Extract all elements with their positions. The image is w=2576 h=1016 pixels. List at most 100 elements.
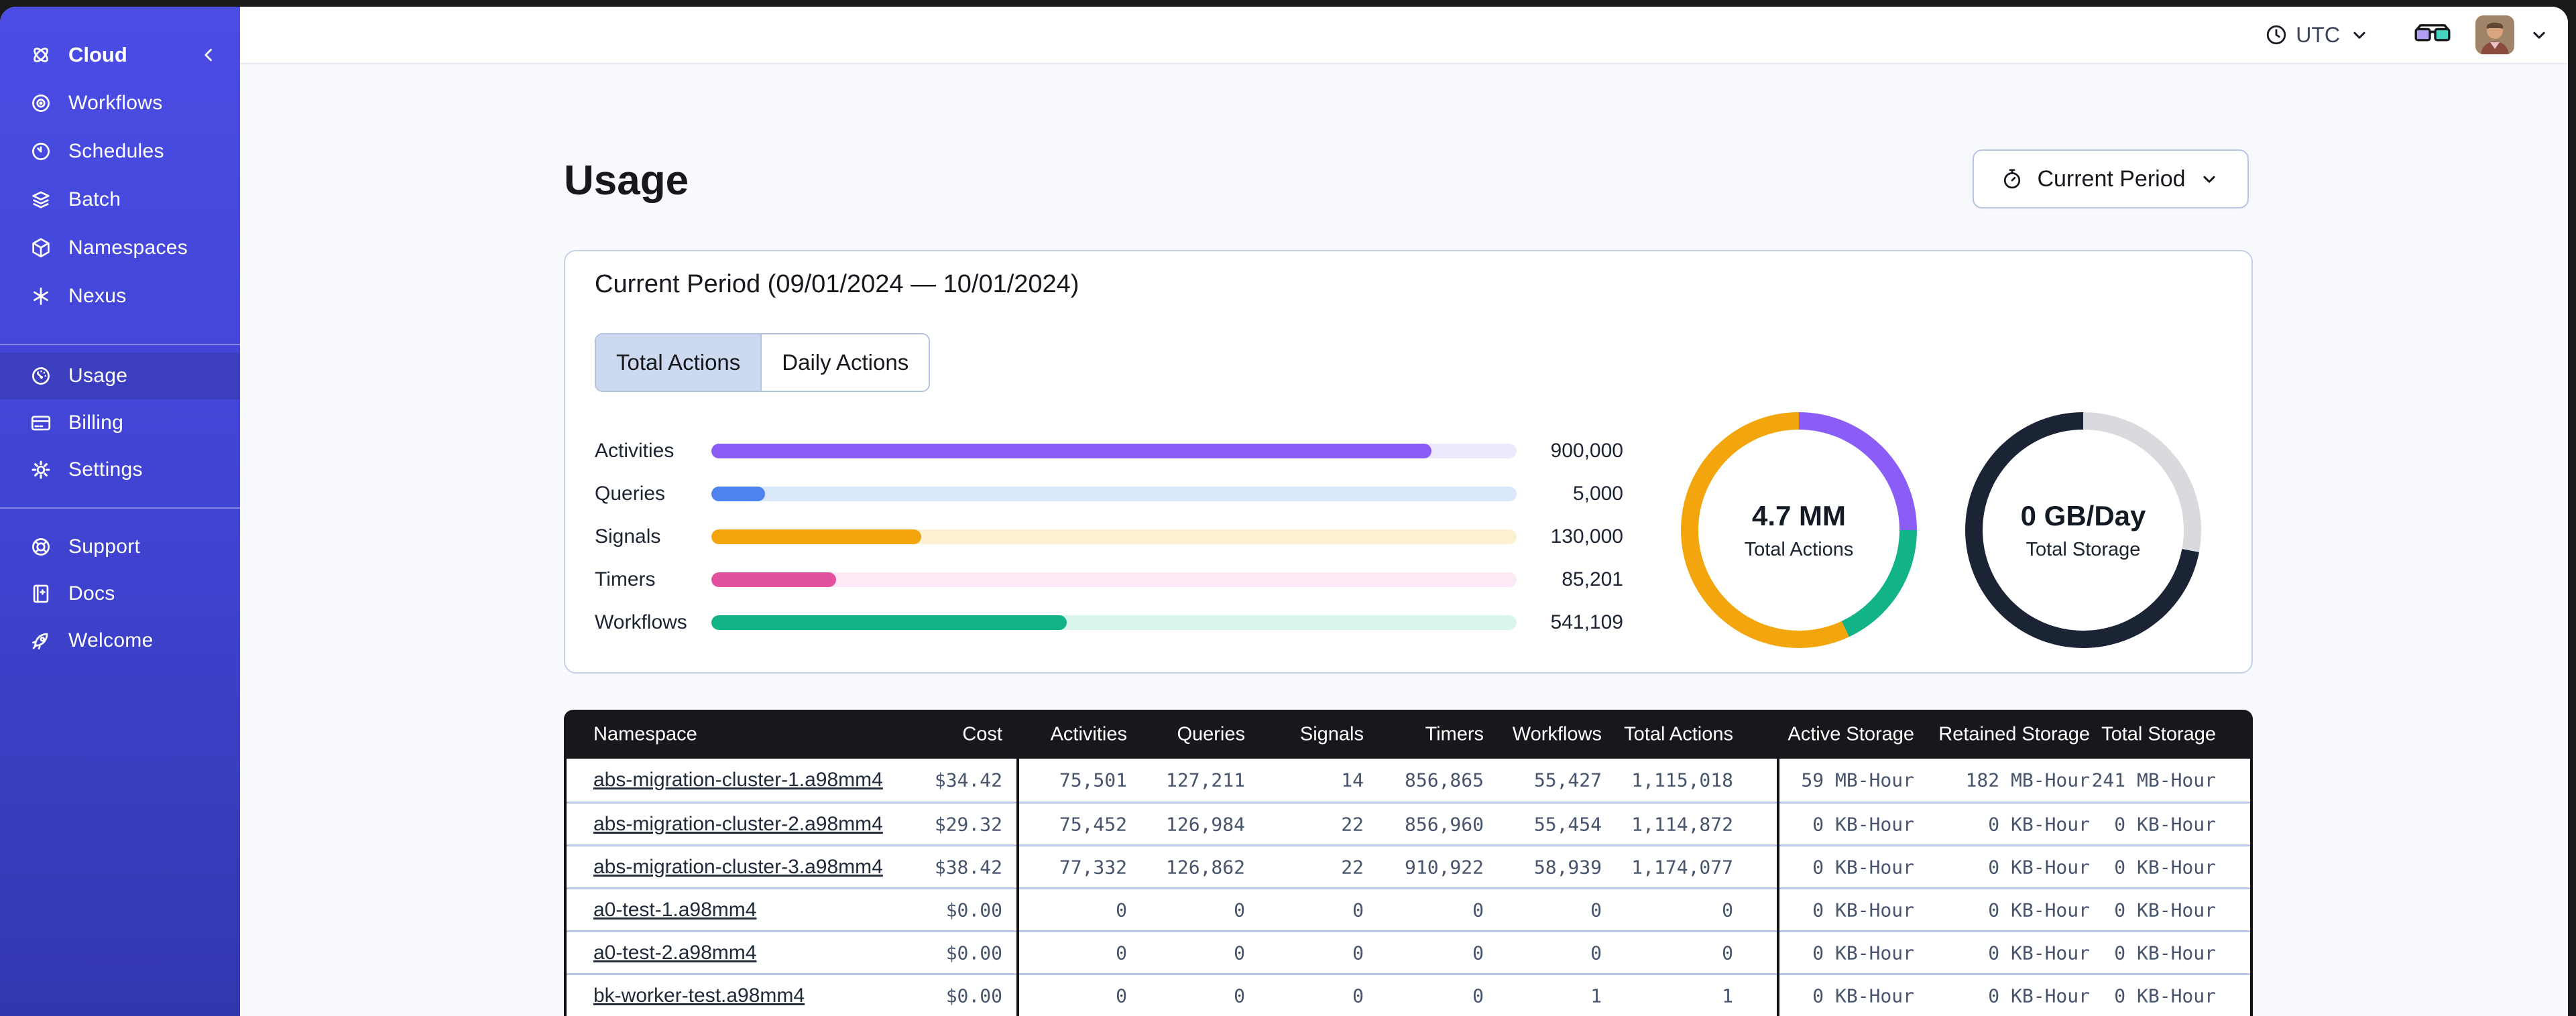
namespace-link[interactable]: abs-migration-cluster-1.a98mm4 <box>593 769 883 791</box>
total-storage-cell: 0 KB-Hour <box>2114 985 2216 1007</box>
queries-cell: 126,862 <box>1165 856 1245 878</box>
namespace-link[interactable]: abs-migration-cluster-2.a98mm4 <box>593 813 883 836</box>
workflows-cell: 55,427 <box>1533 769 1602 791</box>
column-header-namespace: Namespace <box>593 723 697 745</box>
feedback-glasses-icon[interactable] <box>2414 22 2451 48</box>
bar-value: 130,000 <box>1550 525 1623 548</box>
sidebar-item-nexus[interactable]: Nexus <box>0 272 240 320</box>
actions-view-toggle: Total Actions Daily Actions <box>595 333 931 392</box>
app-window: Cloud Workflows Schedules Batch Namespac… <box>0 7 2568 1016</box>
sidebar-brand: Cloud <box>0 31 240 79</box>
table-row: a0-test-2.a98mm4 $0.00 0 0 0 0 0 0 0 KB-… <box>567 930 2250 973</box>
sidebar-item-label: Docs <box>68 582 115 605</box>
usage-gauge-icon <box>30 365 52 387</box>
sidebar-item-namespaces[interactable]: Namespaces <box>0 224 240 272</box>
namespace-link[interactable]: a0-test-1.a98mm4 <box>593 899 756 922</box>
signals-bar-fill <box>711 529 922 544</box>
timers-cell: 856,865 <box>1404 769 1484 791</box>
active-storage-cell: 0 KB-Hour <box>1812 813 1914 835</box>
queries-cell: 0 <box>1234 942 1245 964</box>
user-menu-chevron-icon[interactable] <box>2528 23 2551 46</box>
sidebar-item-label: Settings <box>68 458 143 481</box>
namespace-link[interactable]: a0-test-2.a98mm4 <box>593 942 756 964</box>
sidebar-item-label: Usage <box>68 365 128 387</box>
sidebar-item-support[interactable]: Support <box>0 523 240 570</box>
donut-center: 0 GB/Day Total Storage <box>1983 430 2184 631</box>
period-selector-button[interactable]: Current Period <box>1973 149 2249 208</box>
sidebar-item-billing[interactable]: Billing <box>0 399 240 446</box>
total-storage-cell: 0 KB-Hour <box>2114 899 2216 921</box>
desktop-backdrop: Cloud Workflows Schedules Batch Namespac… <box>0 0 2576 1016</box>
sidebar-item-label: Welcome <box>68 629 154 651</box>
active-storage-cell: 0 KB-Hour <box>1812 899 1914 921</box>
chevron-down-icon <box>2348 23 2371 46</box>
activities-cell: 75,501 <box>1059 769 1127 791</box>
topbar: UTC <box>240 7 2568 64</box>
sidebar-item-schedules[interactable]: Schedules <box>0 127 240 176</box>
bar-label: Workflows <box>595 611 687 633</box>
workflows-icon <box>30 92 52 115</box>
schedules-icon <box>30 140 52 163</box>
total-actions-donut: 4.7 MM Total Actions <box>1681 412 1917 648</box>
bar-value: 5,000 <box>1572 483 1623 505</box>
column-header-total-storage: Total Storage <box>2101 723 2216 745</box>
sidebar-nav-footer: Support Docs Welcome <box>0 523 240 664</box>
workflows-cell: 0 <box>1590 899 1602 921</box>
total-actions-cell: 1,115,018 <box>1631 769 1733 791</box>
card-title: Current Period (09/01/2024 — 10/01/2024) <box>595 270 1079 298</box>
retained-storage-cell: 0 KB-Hour <box>1988 813 2090 835</box>
bar-value: 541,109 <box>1550 611 1623 633</box>
stopwatch-icon <box>2001 168 2024 190</box>
activities-cell: 0 <box>1116 942 1127 964</box>
namespace-link[interactable]: abs-migration-cluster-3.a98mm4 <box>593 856 883 879</box>
sidebar-item-label: Workflows <box>68 92 163 114</box>
sidebar-item-welcome[interactable]: Welcome <box>0 617 240 664</box>
tab-daily-actions[interactable]: Daily Actions <box>760 334 929 391</box>
activities-bar-fill <box>711 444 1431 458</box>
column-header-queries: Queries <box>1177 723 1245 745</box>
sidebar-item-batch[interactable]: Batch <box>0 176 240 224</box>
chevron-down-icon <box>2198 168 2221 190</box>
bar-label: Activities <box>595 440 675 462</box>
column-header-workflows: Workflows <box>1512 723 1602 745</box>
signals-cell: 0 <box>1352 942 1364 964</box>
cost-cell: $0.00 <box>945 942 1002 964</box>
retained-storage-cell: 0 KB-Hour <box>1988 856 2090 878</box>
workflows-bar-track <box>711 615 1517 630</box>
sidebar-item-usage[interactable]: Usage <box>0 353 240 399</box>
tab-total-actions[interactable]: Total Actions <box>596 334 761 391</box>
table-header-row: Namespace Cost Activities Queries Signal… <box>564 710 2253 759</box>
column-header-cost: Cost <box>962 723 1002 745</box>
workflows-cell: 58,939 <box>1533 856 1602 878</box>
namespace-link[interactable]: bk-worker-test.a98mm4 <box>593 985 805 1007</box>
queries-cell: 0 <box>1234 985 1245 1007</box>
retained-storage-cell: 0 KB-Hour <box>1988 985 2090 1007</box>
sidebar-item-docs[interactable]: Docs <box>0 570 240 617</box>
sidebar-collapse-icon[interactable] <box>197 44 220 66</box>
batch-icon <box>30 188 52 211</box>
table-row: a0-test-1.a98mm4 $0.00 0 0 0 0 0 0 0 KB-… <box>567 887 2250 930</box>
timezone-selector[interactable]: UTC <box>2265 23 2371 48</box>
user-avatar[interactable] <box>2475 15 2514 54</box>
temporal-logo-icon <box>30 44 52 66</box>
sidebar-item-settings[interactable]: Settings <box>0 446 240 493</box>
signals-cell: 22 <box>1341 856 1364 878</box>
timers-bar-fill <box>711 572 837 587</box>
active-storage-cell: 0 KB-Hour <box>1812 985 1914 1007</box>
queries-cell: 0 <box>1234 899 1245 921</box>
total-actions-label: Total Actions <box>1744 538 1854 560</box>
total-actions-value: 4.7 MM <box>1751 499 1847 531</box>
docs-book-icon <box>30 582 52 605</box>
timers-cell: 0 <box>1472 942 1484 964</box>
bar-row-timers: Timers 85,201 <box>595 558 1623 601</box>
main-content: Usage Current Period Current Period (09/… <box>240 64 2568 1016</box>
bar-label: Queries <box>595 483 666 505</box>
timers-cell: 0 <box>1472 985 1484 1007</box>
sidebar-divider <box>0 344 240 345</box>
workflows-cell: 0 <box>1590 942 1602 964</box>
sidebar-item-workflows[interactable]: Workflows <box>0 79 240 127</box>
welcome-rocket-icon <box>30 629 52 652</box>
bar-row-activities: Activities 900,000 <box>595 430 1623 472</box>
timers-cell: 856,960 <box>1404 813 1484 835</box>
sidebar-item-label: Billing <box>68 411 124 434</box>
